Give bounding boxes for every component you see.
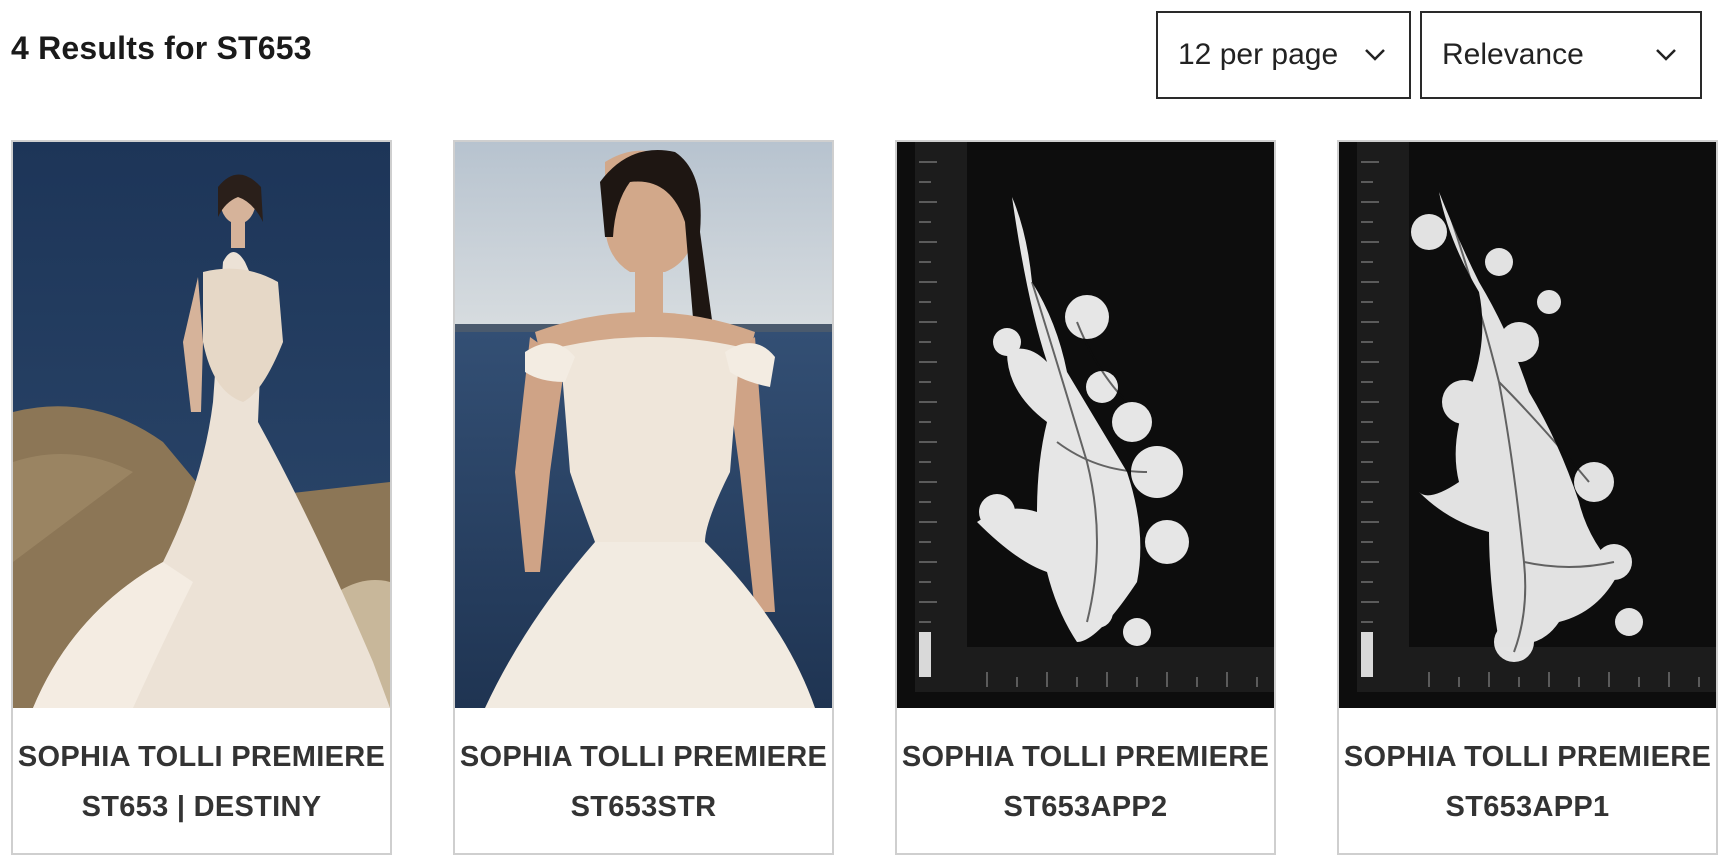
product-image[interactable] [455, 142, 832, 708]
chevron-down-icon [1654, 43, 1678, 67]
per-page-select[interactable]: 12 per page [1156, 11, 1411, 99]
product-style: ST653 | DESTINY [81, 790, 322, 823]
product-image[interactable] [897, 142, 1274, 708]
per-page-select-value: 12 per page [1178, 38, 1339, 71]
results-title: 4 Results for ST653 [11, 30, 312, 66]
product-caption[interactable]: SOPHIA TOLLI PREMIERE ST653 | DESTINY [13, 708, 390, 853]
product-style: ST653STR [570, 790, 717, 823]
sort-select[interactable]: Relevance [1420, 11, 1702, 99]
product-card[interactable]: SOPHIA TOLLI PREMIERE ST653 | DESTINY [11, 140, 392, 855]
product-style: ST653APP1 [1445, 790, 1610, 823]
sort-select-value: Relevance [1442, 38, 1584, 71]
product-brand: SOPHIA TOLLI PREMIERE [1343, 740, 1712, 773]
product-brand: SOPHIA TOLLI PREMIERE [17, 740, 386, 773]
product-caption[interactable]: SOPHIA TOLLI PREMIERE ST653APP1 [1339, 708, 1716, 853]
product-caption[interactable]: SOPHIA TOLLI PREMIERE ST653STR [455, 708, 832, 853]
product-image[interactable] [1339, 142, 1716, 708]
product-brand: SOPHIA TOLLI PREMIERE [901, 740, 1270, 773]
product-card[interactable]: SOPHIA TOLLI PREMIERE ST653APP1 [1337, 140, 1718, 855]
product-card[interactable]: SOPHIA TOLLI PREMIERE ST653APP2 [895, 140, 1276, 855]
product-image[interactable] [13, 142, 390, 708]
product-style: ST653APP2 [1003, 790, 1168, 823]
product-caption[interactable]: SOPHIA TOLLI PREMIERE ST653APP2 [897, 708, 1274, 853]
product-brand: SOPHIA TOLLI PREMIERE [459, 740, 828, 773]
chevron-down-icon [1363, 43, 1387, 67]
product-card[interactable]: SOPHIA TOLLI PREMIERE ST653STR [453, 140, 834, 855]
